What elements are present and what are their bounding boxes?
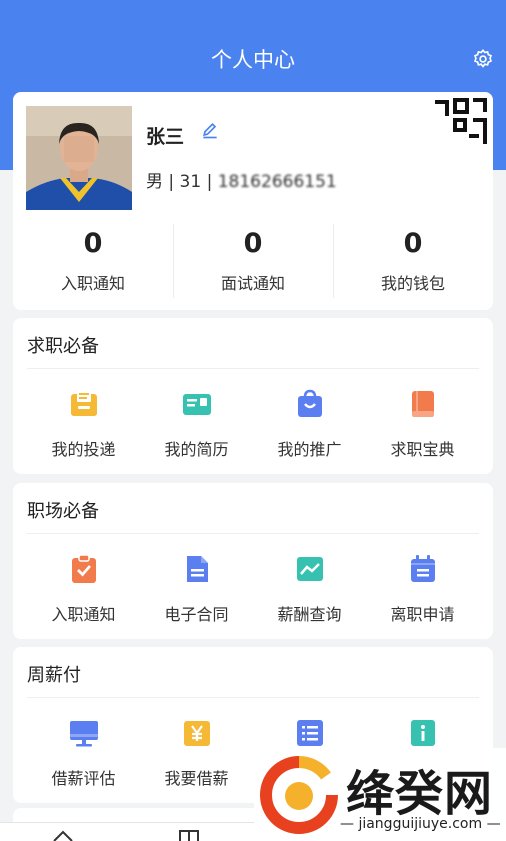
menu-label: 电子合同 [164,605,229,624]
user-meta: 男 | 31 | 18162666151 [146,167,337,192]
user-gender: 男 [146,172,163,192]
menu-item-e-contract[interactable]: 电子合同 [140,553,253,625]
book-icon [411,391,434,417]
menu-item-my-resume[interactable]: 我的简历 [140,388,253,460]
shopping-bag-icon [297,389,322,417]
edit-icon[interactable] [200,120,220,140]
menu-item-resignation[interactable]: 离职申请 [366,553,479,625]
info-icon [410,720,435,746]
chart-line-icon [296,557,323,581]
stat-label: 入职通知 [60,274,125,293]
divider [27,368,479,369]
stat-label: 面试通知 [220,274,285,293]
section-job-essentials: 求职必备 我的投递 我的简历 我的推广 求职宝典 [13,318,493,474]
profile-card: 张三 男 | 31 | 18162666151 0 入职通知 0 面试通知 0 … [13,92,493,310]
list-icon [296,720,323,746]
gear-icon[interactable] [472,48,494,70]
watermark-logo-icon [260,756,338,834]
user-age: 31 [179,172,202,192]
menu-item-salary-query[interactable]: 薪酬查询 [253,553,366,625]
divider [27,533,479,534]
document-icon [186,556,208,582]
inbox-icon [70,390,97,416]
menu-item-job-guide[interactable]: 求职宝典 [366,388,479,460]
menu-label: 离职申请 [390,605,455,624]
menu-label: 我的简历 [164,440,229,459]
stat-onboarding-notices[interactable]: 0 入职通知 [13,224,173,298]
grid-icon[interactable] [178,829,200,841]
meta-separator: | [168,172,180,192]
section-title: 职场必备 [27,501,99,522]
menu-item-my-promotion[interactable]: 我的推广 [253,388,366,460]
section-title: 求职必备 [27,336,99,357]
watermark-text: 绛癸网 [346,766,494,822]
menu-item-my-applications[interactable]: 我的投递 [27,388,140,460]
user-name: 张三 [146,126,185,148]
page-title: 个人中心 [211,48,295,72]
menu-label: 求职宝典 [390,440,455,459]
stat-value: 0 [403,228,423,259]
menu-grid: 我的投递 我的简历 我的推广 求职宝典 [27,388,479,460]
menu-label: 薪酬查询 [277,605,342,624]
stats-row: 0 入职通知 0 面试通知 0 我的钱包 [13,224,493,298]
clipboard-check-icon [71,554,96,583]
stat-value: 0 [83,228,103,259]
stat-wallet[interactable]: 0 我的钱包 [333,224,493,298]
menu-item-salary-assessment[interactable]: 借薪评估 [27,717,140,789]
section-title: 周薪付 [27,665,81,686]
avatar[interactable] [26,106,132,210]
section-workplace-essentials: 职场必备 入职通知 电子合同 薪酬查询 离职申请 [13,483,493,639]
stat-interview-notices[interactable]: 0 面试通知 [173,224,333,298]
watermark: 绛癸网 — jiangguijiuye.com — [254,748,506,841]
menu-label: 借薪评估 [51,769,116,788]
menu-item-onboarding-notice[interactable]: 入职通知 [27,553,140,625]
menu-label: 我要借薪 [164,769,229,788]
watermark-url-text: jiangguijiuye.com [358,816,483,832]
stat-value: 0 [243,228,263,259]
menu-label: 我的推广 [277,440,342,459]
divider [27,697,479,698]
menu-item-borrow-salary[interactable]: 我要借薪 [140,717,253,789]
watermark-url: — jiangguijiuye.com — [340,816,501,832]
menu-label: 入职通知 [51,605,116,624]
menu-grid: 入职通知 电子合同 薪酬查询 离职申请 [27,553,479,625]
menu-label: 我的投递 [51,440,116,459]
home-icon[interactable] [52,829,74,841]
user-phone: 18162666151 [217,172,337,192]
meta-separator: | [206,172,218,192]
id-card-icon [182,394,211,415]
yen-icon [183,721,210,746]
monitor-icon [69,721,98,747]
stat-label: 我的钱包 [380,274,445,293]
qr-code-icon[interactable] [433,96,489,148]
calendar-icon [410,555,435,582]
